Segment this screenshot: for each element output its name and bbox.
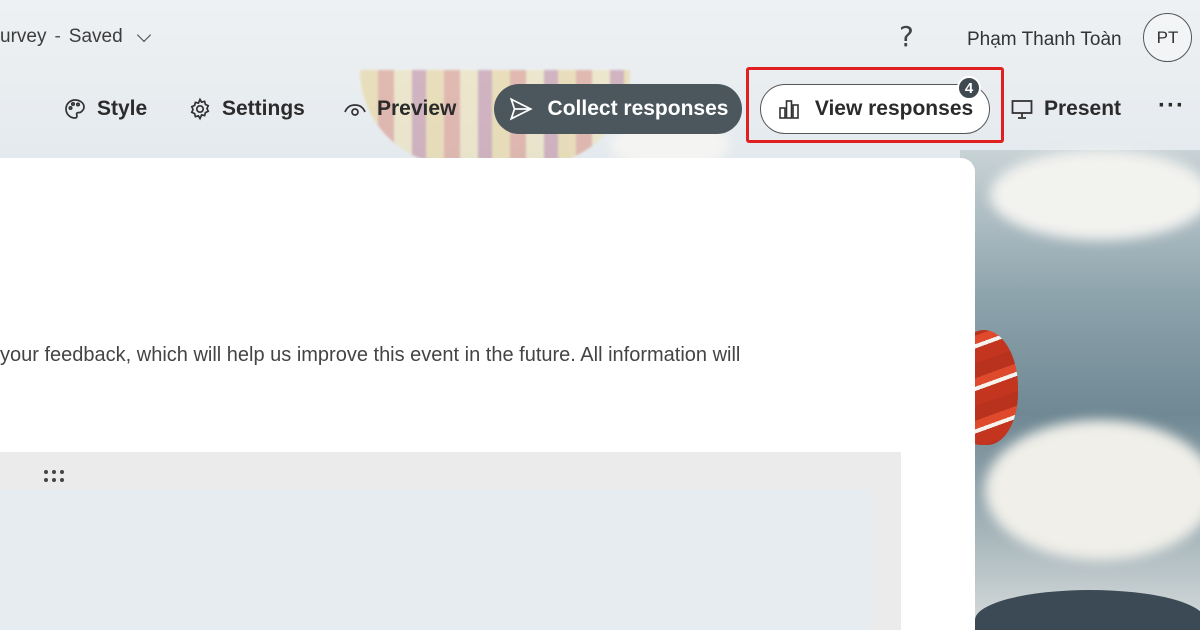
collect-responses-button[interactable]: Collect responses xyxy=(494,84,742,134)
palette-icon xyxy=(65,99,85,119)
present-button[interactable]: Present xyxy=(1010,97,1121,121)
title-separator: - xyxy=(54,26,61,47)
view-responses-label: View responses xyxy=(814,97,974,120)
preview-label: Preview xyxy=(377,97,457,120)
send-icon xyxy=(509,97,533,121)
question-block[interactable] xyxy=(0,452,901,630)
form-description: your feedback, which will help us improv… xyxy=(0,344,741,366)
form-title[interactable]: urvey xyxy=(0,26,46,48)
avatar[interactable]: PT xyxy=(1143,13,1192,62)
settings-label: Settings xyxy=(222,97,305,120)
bar-chart-icon xyxy=(779,100,799,119)
chevron-down-icon[interactable] xyxy=(136,27,151,42)
form-title-bar[interactable]: urvey - Saved xyxy=(0,26,151,48)
form-card: your feedback, which will help us improv… xyxy=(0,158,975,630)
response-count-badge: 4 xyxy=(957,76,981,100)
background-cloud xyxy=(990,150,1200,240)
top-bar: urvey - Saved ? Phạm Thanh Toàn PT xyxy=(0,0,1200,76)
background-cloud xyxy=(985,420,1200,560)
collect-responses-label: Collect responses xyxy=(547,97,729,120)
settings-button[interactable]: Settings xyxy=(188,97,305,121)
eye-icon xyxy=(344,104,366,116)
drag-handle-icon[interactable] xyxy=(44,470,70,490)
view-responses-button[interactable]: View responses xyxy=(760,84,990,134)
save-status: Saved xyxy=(68,26,123,47)
style-button[interactable]: Style xyxy=(63,97,147,121)
present-label: Present xyxy=(1044,97,1122,120)
gear-icon xyxy=(190,97,210,121)
preview-button[interactable]: Preview xyxy=(343,97,456,121)
question-content[interactable] xyxy=(0,490,872,630)
user-name[interactable]: Phạm Thanh Toàn xyxy=(967,29,1122,51)
style-label: Style xyxy=(97,97,148,120)
help-icon[interactable]: ? xyxy=(899,20,914,53)
more-icon[interactable]: ··· xyxy=(1158,92,1185,120)
monitor-icon xyxy=(1011,100,1033,119)
